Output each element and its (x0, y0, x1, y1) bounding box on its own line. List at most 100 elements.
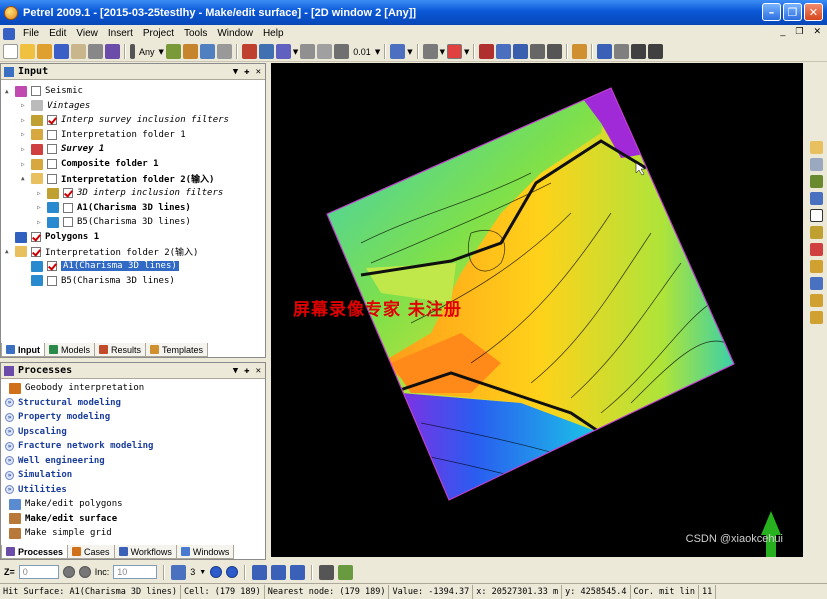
step-dropdown-arrow-icon[interactable]: ▼ (199, 569, 206, 576)
select-pointer-icon[interactable] (810, 209, 823, 222)
expand-chevron-icon[interactable]: » (5, 427, 14, 436)
tree-item[interactable]: A1(Charisma 3D lines) (21, 259, 179, 273)
tool-l-icon[interactable] (810, 175, 823, 188)
panel-menu-icon[interactable]: ▼ (233, 366, 238, 376)
tree-item[interactable]: ▷ Interp survey inclusion filters (21, 113, 229, 127)
expand-toggle-icon[interactable]: ▷ (21, 146, 28, 153)
process-item[interactable]: Make/edit polygons (5, 497, 123, 511)
expand-toggle-icon[interactable]: ▷ (37, 190, 44, 197)
menu-view[interactable]: View (71, 28, 103, 39)
pin-icon[interactable]: ✚ (244, 366, 249, 376)
tree-item[interactable]: ▷ Composite folder 1 (21, 157, 159, 171)
print-icon[interactable] (88, 44, 103, 59)
petrel-app-icon[interactable] (4, 5, 18, 20)
menu-help[interactable]: Help (258, 28, 289, 39)
mdi-close-icon[interactable]: ✕ (813, 26, 821, 37)
edit-points-icon[interactable] (810, 226, 823, 239)
visibility-checkbox[interactable] (63, 188, 73, 199)
tab-cases[interactable]: Cases (67, 545, 115, 559)
tree-item[interactable]: ▷ 3D interp inclusion filters (37, 186, 223, 200)
pan-hand-icon[interactable] (810, 141, 823, 154)
dropdown-arrow-icon[interactable]: ▼ (293, 48, 298, 56)
properties-icon[interactable] (547, 44, 563, 59)
visibility-checkbox[interactable] (31, 86, 41, 96)
filter-dropdown[interactable]: Any (137, 47, 157, 57)
import-icon[interactable] (71, 44, 86, 59)
settings-icon[interactable] (105, 44, 120, 59)
pick-dropdown-arrow-icon[interactable]: ▼ (464, 48, 469, 56)
tool-e-icon[interactable] (258, 44, 274, 59)
mdi-minimize-icon[interactable]: _ (780, 26, 785, 37)
visibility-checkbox[interactable] (47, 115, 57, 126)
tool-j-icon[interactable] (597, 44, 613, 59)
document-icon[interactable] (3, 27, 15, 40)
new-icon[interactable] (3, 44, 18, 59)
maximize-button[interactable]: ❐ (783, 3, 802, 21)
tool-k-icon[interactable] (614, 44, 630, 59)
step-forward-icon[interactable] (226, 566, 239, 578)
expand-toggle-icon[interactable]: ▷ (21, 117, 28, 124)
tool-n-icon[interactable] (810, 277, 823, 290)
process-item[interactable]: Make/edit surface (5, 512, 117, 526)
expand-toggle-icon[interactable]: ▲ (5, 248, 12, 255)
tool-r-icon[interactable] (271, 564, 287, 580)
expand-toggle-icon[interactable]: ▷ (21, 102, 28, 109)
tab-templates[interactable]: Templates (145, 343, 209, 357)
paste-icon[interactable] (513, 44, 529, 59)
tool-m-icon[interactable] (810, 192, 823, 205)
process-category[interactable]: » Simulation (5, 468, 72, 482)
tab-workflows[interactable]: Workflows (113, 545, 177, 559)
z-down-icon[interactable] (62, 566, 75, 578)
axis-icon[interactable] (422, 44, 438, 59)
expand-chevron-icon[interactable]: » (5, 441, 14, 451)
visibility-checkbox[interactable] (31, 246, 41, 257)
expand-chevron-icon[interactable]: » (5, 470, 14, 480)
visibility-checkbox[interactable] (47, 173, 57, 184)
save-icon[interactable] (54, 44, 69, 59)
tool-h-icon[interactable] (317, 44, 333, 59)
tool-i-icon[interactable] (572, 44, 588, 59)
expand-chevron-icon[interactable]: » (5, 412, 14, 422)
expand-chevron-icon[interactable]: » (5, 398, 14, 407)
tree-item[interactable]: ▷ Survey 1 (21, 142, 104, 156)
process-category[interactable]: » Fracture network modeling (5, 439, 153, 453)
step-back-icon[interactable] (210, 566, 223, 578)
expand-toggle-icon[interactable]: ▷ (21, 161, 28, 168)
menu-window[interactable]: Window (212, 28, 258, 39)
menu-file[interactable]: File (18, 28, 44, 39)
tab-processes[interactable]: Processes (1, 545, 69, 559)
tree-item[interactable]: ▷ Vintages (21, 99, 90, 113)
tab-results[interactable]: Results (94, 343, 147, 357)
delete-points-icon[interactable] (810, 243, 823, 256)
tool-s-icon[interactable] (290, 564, 306, 580)
step-value[interactable]: 3 (190, 567, 195, 577)
expand-toggle-icon[interactable]: ▷ (37, 204, 44, 211)
expand-chevron-icon[interactable]: » (5, 485, 14, 494)
zoom-dropdown-arrow-icon[interactable]: ▼ (375, 48, 380, 56)
undo-icon[interactable] (631, 44, 647, 59)
process-category[interactable]: » Utilities (5, 483, 67, 497)
layout-dropdown-arrow-icon[interactable]: ▼ (407, 48, 412, 56)
tool-o-icon[interactable] (810, 294, 823, 307)
tool-f-icon[interactable] (275, 44, 291, 59)
tool-q-icon[interactable] (252, 564, 268, 580)
open-folder-icon[interactable] (37, 44, 52, 59)
tree-item[interactable]: ▲ Interpretation folder 2(输入) (5, 245, 198, 259)
expand-toggle-icon[interactable]: ▷ (21, 131, 28, 138)
axis-dropdown-arrow-icon[interactable]: ▼ (440, 48, 445, 56)
tree-item[interactable]: ▷ B5(Charisma 3D lines) (37, 215, 191, 229)
tab-input[interactable]: Input (1, 343, 45, 357)
delete-icon[interactable] (530, 44, 546, 59)
zoom-value[interactable]: 0.01 (351, 47, 373, 57)
minimize-button[interactable]: – (762, 3, 781, 21)
tree-item[interactable]: ▲ Seismic (5, 84, 83, 98)
tree-item[interactable]: ▷ Interpretation folder 1 (21, 128, 186, 142)
tool-d-icon[interactable] (216, 44, 232, 59)
2d-window-viewport[interactable]: 屏幕录像专家 未注册 CSDN @xiaokcehui (271, 63, 803, 557)
tool-a-icon[interactable] (165, 44, 181, 59)
zoom-icon[interactable] (334, 44, 350, 59)
pin-icon[interactable]: ✚ (244, 67, 249, 77)
visibility-checkbox[interactable] (47, 159, 57, 169)
process-item[interactable]: Make simple grid (5, 526, 112, 540)
visibility-checkbox[interactable] (63, 202, 73, 213)
